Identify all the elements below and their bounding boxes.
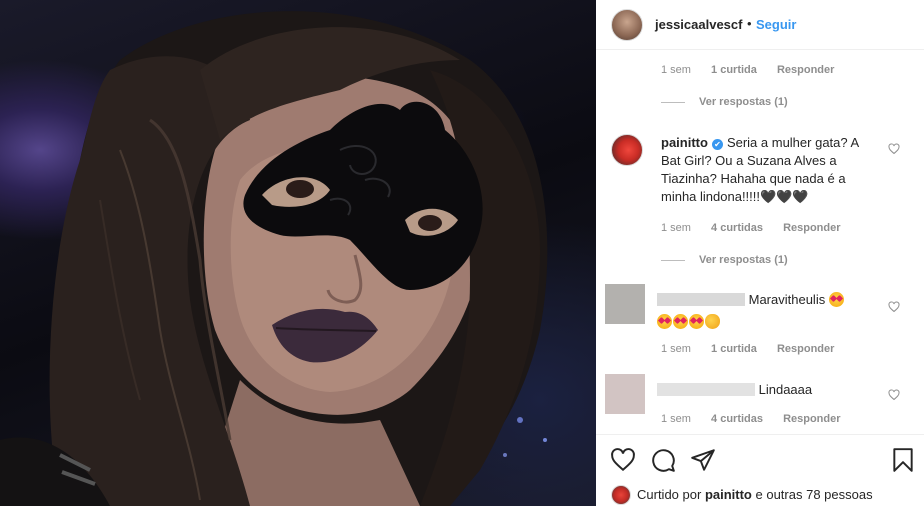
star-struck-emoji-icon bbox=[657, 314, 672, 329]
view-replies-label: Ver respostas (1) bbox=[699, 96, 788, 108]
reply-button[interactable]: Responder bbox=[783, 222, 840, 234]
comment-username-redacted bbox=[657, 293, 745, 306]
comment-time: 1 sem bbox=[661, 343, 691, 355]
comment-likes[interactable]: 1 curtida bbox=[711, 343, 757, 355]
comment-time: 1 sem bbox=[661, 222, 691, 234]
view-replies-label: Ver respostas (1) bbox=[699, 254, 788, 266]
like-comment-heart-icon[interactable] bbox=[888, 301, 900, 313]
share-icon[interactable] bbox=[690, 447, 716, 473]
view-replies-line bbox=[661, 259, 685, 261]
comment-text: Maravitheulis bbox=[748, 292, 826, 307]
comment-meta: 1 sem 4 curtidas Responder bbox=[661, 413, 858, 425]
comment-username-redacted bbox=[657, 383, 755, 396]
reply-button[interactable]: Responder bbox=[783, 413, 840, 425]
like-comment-heart-icon[interactable] bbox=[888, 143, 900, 155]
heart-icon[interactable] bbox=[610, 447, 636, 473]
clapping-hands-emoji-icon bbox=[705, 314, 720, 329]
like-comment-heart-icon[interactable] bbox=[888, 389, 900, 401]
comment-avatar-redacted bbox=[605, 284, 645, 324]
comment-avatar[interactable] bbox=[611, 134, 643, 166]
comment-avatar-redacted bbox=[605, 374, 645, 414]
post-photo-illustration bbox=[0, 11, 548, 506]
reply-button[interactable]: Responder bbox=[777, 343, 834, 355]
comment-icon[interactable] bbox=[650, 447, 676, 473]
author-avatar[interactable] bbox=[611, 9, 643, 41]
header-separator-dot: • bbox=[747, 16, 752, 31]
post-side-panel: jessicaalvescf • Seguir 1 sem 1 curtida … bbox=[596, 0, 924, 506]
comment-likes[interactable]: 1 curtida bbox=[711, 64, 757, 76]
bookmark-icon[interactable] bbox=[890, 447, 916, 473]
comment-body: Maravitheulis bbox=[657, 291, 882, 331]
comment-likes[interactable]: 4 curtidas bbox=[711, 222, 763, 234]
comment-time: 1 sem bbox=[661, 64, 691, 76]
liked-by-summary: Curtido por painitto e outras 78 pessoas bbox=[611, 485, 873, 505]
comments-list[interactable]: 1 sem 1 curtida Responder Ver respostas … bbox=[596, 50, 924, 434]
liked-by-prefix: Curtido por bbox=[637, 487, 702, 502]
comment-meta: 1 sem 4 curtidas Responder bbox=[661, 222, 858, 234]
comment-meta: 1 sem 1 curtida Responder bbox=[661, 343, 851, 355]
post-actions-bar: Curtido por painitto e outras 78 pessoas bbox=[596, 434, 924, 506]
comment-body: Lindaaaa bbox=[657, 381, 882, 399]
post-photo[interactable] bbox=[0, 0, 596, 506]
reply-button[interactable]: Responder bbox=[777, 64, 834, 76]
verified-badge-icon: ✔ bbox=[711, 139, 723, 150]
comment-text: Lindaaaa bbox=[758, 382, 813, 397]
star-struck-emoji-icon bbox=[673, 314, 688, 329]
comment-username[interactable]: painitto bbox=[661, 135, 708, 150]
emoji-row bbox=[657, 313, 720, 331]
view-replies-button[interactable]: Ver respostas (1) bbox=[661, 96, 788, 108]
liked-by-user[interactable]: painitto bbox=[705, 487, 752, 502]
view-replies-button[interactable]: Ver respostas (1) bbox=[661, 254, 788, 266]
comment-likes[interactable]: 4 curtidas bbox=[711, 413, 763, 425]
comment-time: 1 sem bbox=[661, 413, 691, 425]
comment-body: painitto ✔ Seria a mulher gata? A Bat Girl… bbox=[661, 134, 876, 206]
comment-meta: 1 sem 1 curtida Responder bbox=[661, 64, 851, 76]
follow-button[interactable]: Seguir bbox=[756, 17, 796, 32]
post-header: jessicaalvescf • Seguir bbox=[596, 0, 924, 50]
liker-avatar[interactable] bbox=[611, 485, 631, 505]
star-struck-emoji-icon bbox=[689, 314, 704, 329]
star-struck-emoji-icon bbox=[828, 292, 844, 307]
view-replies-line bbox=[661, 101, 685, 103]
liked-by-others[interactable]: e outras 78 pessoas bbox=[756, 487, 873, 502]
author-username[interactable]: jessicaalvescf bbox=[655, 17, 742, 32]
